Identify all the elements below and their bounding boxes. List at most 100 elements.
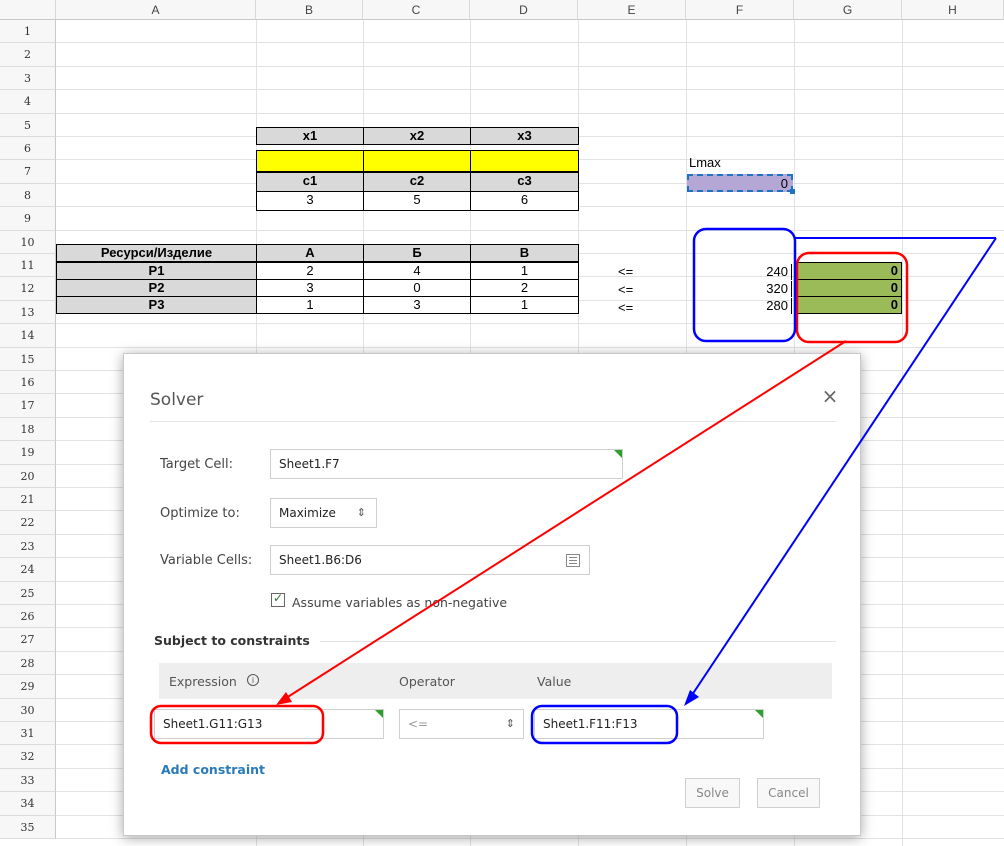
cell-b12[interactable]: 3 xyxy=(256,279,364,297)
cell-f13[interactable]: 280 xyxy=(686,298,792,314)
value-input[interactable]: Sheet1.F11:F13 xyxy=(534,709,764,739)
cell-c11[interactable]: 4 xyxy=(363,262,471,280)
cell-e13[interactable]: <= xyxy=(618,300,658,316)
updown-arrow-icon: ⇕ xyxy=(356,506,366,519)
grid-row-line xyxy=(56,89,1004,90)
col-header-a[interactable]: A xyxy=(56,0,256,20)
cell-g12[interactable]: 0 xyxy=(794,279,902,297)
cell-d12[interactable]: 2 xyxy=(470,279,579,297)
cell-a12[interactable]: P2 xyxy=(56,279,257,297)
row-header[interactable]: 25 xyxy=(0,582,56,605)
cell-a11[interactable]: P1 xyxy=(56,262,257,280)
row-header[interactable]: 26 xyxy=(0,605,56,628)
cell-b6[interactable] xyxy=(256,150,364,172)
cell-e11[interactable]: <= xyxy=(618,264,658,280)
row-header[interactable]: 29 xyxy=(0,675,56,699)
row-header[interactable]: 33 xyxy=(0,769,56,792)
cell-d7[interactable]: c3 xyxy=(470,172,579,192)
col-header-h[interactable]: H xyxy=(902,0,1004,20)
cell-g13[interactable]: 0 xyxy=(794,296,902,314)
row-header[interactable]: 34 xyxy=(0,792,56,816)
row-header[interactable]: 28 xyxy=(0,652,56,675)
cell-b10[interactable]: А xyxy=(256,244,364,262)
add-constraint-link[interactable]: Add constraint xyxy=(161,762,265,777)
cell-c13[interactable]: 3 xyxy=(363,296,471,314)
row-header[interactable]: 16 xyxy=(0,371,56,394)
row-header[interactable]: 23 xyxy=(0,535,56,558)
expression-input[interactable]: Sheet1.G11:G13 xyxy=(154,709,384,739)
cell-d10[interactable]: В xyxy=(470,244,579,262)
optimize-select[interactable]: Maximize ⇕ xyxy=(270,498,377,528)
nonneg-checkbox[interactable]: ✓ xyxy=(271,591,285,607)
cell-g11[interactable]: 0 xyxy=(794,262,902,280)
cell-f7-lmax-value[interactable]: 0 xyxy=(687,174,793,192)
col-header-c[interactable]: C xyxy=(363,0,470,20)
info-icon[interactable]: i xyxy=(247,674,259,686)
cell-d13[interactable]: 1 xyxy=(470,296,579,314)
row-header[interactable]: 30 xyxy=(0,699,56,722)
cell-d11[interactable]: 1 xyxy=(470,262,579,280)
cell-d6[interactable] xyxy=(470,150,579,172)
row-header[interactable]: 22 xyxy=(0,511,56,535)
cell-a10[interactable]: Ресурси/Изделие xyxy=(56,244,257,262)
row-header[interactable]: 20 xyxy=(0,465,56,488)
row-header[interactable]: 11 xyxy=(0,254,56,277)
row-header[interactable]: 3 xyxy=(0,67,56,90)
nonneg-label[interactable]: Assume variables as non-negative xyxy=(292,595,507,610)
solve-button[interactable]: Solve xyxy=(685,778,740,808)
cell-e12[interactable]: <= xyxy=(618,282,658,298)
cell-a13[interactable]: P3 xyxy=(56,296,257,314)
cell-b13[interactable]: 1 xyxy=(256,296,364,314)
row-header[interactable]: 10 xyxy=(0,231,56,254)
cell-c6[interactable] xyxy=(363,150,471,172)
variable-cells-input[interactable]: Sheet1.B6:D6 xyxy=(270,545,590,575)
row-header[interactable]: 19 xyxy=(0,441,56,465)
cell-c12[interactable]: 0 xyxy=(363,279,471,297)
row-header[interactable]: 5 xyxy=(0,114,56,137)
operator-select[interactable]: <= ⇕ xyxy=(399,709,524,739)
row-header[interactable]: 31 xyxy=(0,722,56,745)
row-header[interactable]: 35 xyxy=(0,816,56,839)
row-header[interactable]: 4 xyxy=(0,90,56,114)
cell-c8[interactable]: 5 xyxy=(363,191,471,211)
row-header[interactable]: 8 xyxy=(0,184,56,207)
cell-f6-lmax-label[interactable]: Lmax xyxy=(689,155,769,171)
cell-b7[interactable]: c1 xyxy=(256,172,364,192)
cell-d5[interactable]: x3 xyxy=(470,127,579,145)
cell-c10[interactable]: Б xyxy=(363,244,471,262)
row-header[interactable]: 13 xyxy=(0,301,56,324)
row-header[interactable]: 12 xyxy=(0,277,56,301)
cell-f12[interactable]: 320 xyxy=(686,281,792,297)
row-header[interactable]: 32 xyxy=(0,745,56,769)
cancel-button[interactable]: Cancel xyxy=(757,778,820,808)
col-header-f[interactable]: F xyxy=(686,0,794,20)
row-header[interactable]: 9 xyxy=(0,207,56,231)
target-cell-input[interactable]: Sheet1.F7 xyxy=(270,449,623,479)
col-header-e[interactable]: E xyxy=(578,0,686,20)
col-header-g[interactable]: G xyxy=(794,0,902,20)
col-header-b[interactable]: B xyxy=(256,0,363,20)
cell-b8[interactable]: 3 xyxy=(256,191,364,211)
range-picker-icon[interactable] xyxy=(566,554,580,567)
row-header[interactable]: 14 xyxy=(0,324,56,348)
row-header[interactable]: 17 xyxy=(0,394,56,418)
row-header[interactable]: 18 xyxy=(0,418,56,441)
cell-c7[interactable]: c2 xyxy=(363,172,471,192)
row-header[interactable]: 2 xyxy=(0,43,56,67)
row-header[interactable]: 24 xyxy=(0,558,56,582)
cell-d8[interactable]: 6 xyxy=(470,191,579,211)
fill-handle[interactable] xyxy=(790,189,795,194)
cell-b11[interactable]: 2 xyxy=(256,262,364,280)
cell-b5[interactable]: x1 xyxy=(256,127,364,145)
close-icon[interactable]: × xyxy=(818,384,842,408)
row-header[interactable]: 27 xyxy=(0,628,56,652)
col-header-d[interactable]: D xyxy=(470,0,578,20)
row-header[interactable]: 1 xyxy=(0,20,56,43)
cell-f11[interactable]: 240 xyxy=(686,264,792,280)
row-header[interactable]: 15 xyxy=(0,348,56,371)
row-header[interactable]: 7 xyxy=(0,160,56,184)
row-header[interactable]: 6 xyxy=(0,137,56,160)
row-header[interactable]: 21 xyxy=(0,488,56,511)
corner-cell[interactable] xyxy=(0,0,56,20)
cell-c5[interactable]: x2 xyxy=(363,127,471,145)
